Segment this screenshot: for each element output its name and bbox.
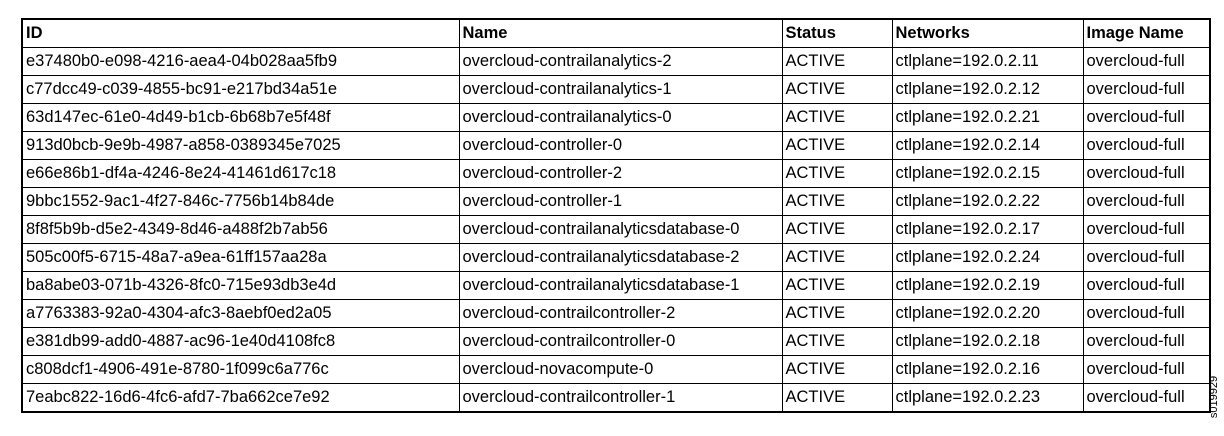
cell-name: overcloud-contrailanalytics-1 [458, 75, 783, 104]
table-body: e37480b0-e098-4216-aea4-04b028aa5fb9 over… [21, 47, 1211, 413]
cell-status: ACTIVE [781, 271, 893, 300]
cell-status: ACTIVE [781, 75, 893, 104]
cell-name: overcloud-controller-2 [458, 159, 783, 188]
cell-id: c808dcf1-4906-491e-8780-1f099c6a776c [21, 355, 460, 384]
cell-id: 505c00f5-6715-48a7-a9ea-61ff157aa28a [21, 243, 460, 272]
cell-image-name: overcloud-full [1082, 327, 1211, 356]
cell-name: overcloud-contrailanalyticsdatabase-2 [458, 243, 783, 272]
cell-networks: ctlplane=192.0.2.20 [891, 299, 1084, 328]
cell-networks: ctlplane=192.0.2.16 [891, 355, 1084, 384]
cell-image-name: overcloud-full [1082, 243, 1211, 272]
cell-id: 7eabc822-16d6-4fc6-afd7-7ba662ce7e92 [21, 383, 460, 413]
cell-id: 913d0bcb-9e9b-4987-a858-0389345e7025 [21, 131, 460, 160]
cell-networks: ctlplane=192.0.2.22 [891, 187, 1084, 216]
cell-id: e381db99-add0-4887-ac96-1e40d4108fc8 [21, 327, 460, 356]
table-row: 7eabc822-16d6-4fc6-afd7-7ba662ce7e92 over… [21, 383, 1211, 413]
table-row: e37480b0-e098-4216-aea4-04b028aa5fb9 over… [21, 47, 1211, 76]
cell-image-name: overcloud-full [1082, 299, 1211, 328]
cell-status: ACTIVE [781, 47, 893, 76]
cell-id: 63d147ec-61e0-4d49-b1cb-6b68b7e5f48f [21, 103, 460, 132]
cell-id: e66e86b1-df4a-4246-8e24-41461d617c18 [21, 159, 460, 188]
cell-name: overcloud-controller-1 [458, 187, 783, 216]
cell-image-name: overcloud-full [1082, 383, 1211, 413]
cell-status: ACTIVE [781, 103, 893, 132]
cell-name: overcloud-contrailanalytics-0 [458, 103, 783, 132]
cell-status: ACTIVE [781, 131, 893, 160]
cell-name: overcloud-contrailanalyticsdatabase-1 [458, 271, 783, 300]
cell-id: a7763383-92a0-4304-afc3-8aebf0ed2a05 [21, 299, 460, 328]
table-row: 63d147ec-61e0-4d49-b1cb-6b68b7e5f48f over… [21, 103, 1211, 132]
cell-status: ACTIVE [781, 327, 893, 356]
cell-name: overcloud-contrailanalytics-2 [458, 47, 783, 76]
cell-image-name: overcloud-full [1082, 187, 1211, 216]
cell-image-name: overcloud-full [1082, 47, 1211, 76]
cell-networks: ctlplane=192.0.2.18 [891, 327, 1084, 356]
cell-image-name: overcloud-full [1082, 271, 1211, 300]
cell-name: overcloud-novacompute-0 [458, 355, 783, 384]
cell-id: c77dcc49-c039-4855-bc91-e217bd34a51e [21, 75, 460, 104]
table-row: 913d0bcb-9e9b-4987-a858-0389345e7025 over… [21, 131, 1211, 160]
server-list-table: ID Name Status Networks Image Name e3748… [21, 18, 1211, 413]
cell-status: ACTIVE [781, 299, 893, 328]
figure-id-text: s019929 [1208, 375, 1220, 419]
cell-networks: ctlplane=192.0.2.23 [891, 383, 1084, 413]
cell-name: overcloud-contrailcontroller-1 [458, 383, 783, 413]
cell-status: ACTIVE [781, 383, 893, 413]
table-row: 9bbc1552-9ac1-4f27-846c-7756b14b84de over… [21, 187, 1211, 216]
cell-networks: ctlplane=192.0.2.21 [891, 103, 1084, 132]
header-id: ID [21, 18, 460, 48]
cell-networks: ctlplane=192.0.2.14 [891, 131, 1084, 160]
cell-name: overcloud-controller-0 [458, 131, 783, 160]
cell-status: ACTIVE [781, 187, 893, 216]
table-row: ba8abe03-071b-4326-8fc0-715e93db3e4d over… [21, 271, 1211, 300]
header-image-name: Image Name [1082, 18, 1211, 48]
table-row: e381db99-add0-4887-ac96-1e40d4108fc8 over… [21, 327, 1211, 356]
cell-image-name: overcloud-full [1082, 355, 1211, 384]
cell-image-name: overcloud-full [1082, 159, 1211, 188]
cell-networks: ctlplane=192.0.2.15 [891, 159, 1084, 188]
server-list-table-container: ID Name Status Networks Image Name e3748… [21, 18, 1211, 413]
figure-id-label: s019929 [1207, 366, 1221, 428]
cell-id: 8f8f5b9b-d5e2-4349-8d46-a488f2b7ab56 [21, 215, 460, 244]
cell-networks: ctlplane=192.0.2.11 [891, 47, 1084, 76]
table-row: 8f8f5b9b-d5e2-4349-8d46-a488f2b7ab56 over… [21, 215, 1211, 244]
cell-name: overcloud-contrailcontroller-2 [458, 299, 783, 328]
table-row: 505c00f5-6715-48a7-a9ea-61ff157aa28a over… [21, 243, 1211, 272]
cell-name: overcloud-contrailcontroller-0 [458, 327, 783, 356]
cell-id: 9bbc1552-9ac1-4f27-846c-7756b14b84de [21, 187, 460, 216]
cell-image-name: overcloud-full [1082, 103, 1211, 132]
table-row: c77dcc49-c039-4855-bc91-e217bd34a51e over… [21, 75, 1211, 104]
header-name: Name [458, 18, 783, 48]
cell-id: ba8abe03-071b-4326-8fc0-715e93db3e4d [21, 271, 460, 300]
header-status: Status [781, 18, 893, 48]
table-row: c808dcf1-4906-491e-8780-1f099c6a776c over… [21, 355, 1211, 384]
cell-status: ACTIVE [781, 215, 893, 244]
cell-image-name: overcloud-full [1082, 131, 1211, 160]
cell-networks: ctlplane=192.0.2.19 [891, 271, 1084, 300]
cell-networks: ctlplane=192.0.2.12 [891, 75, 1084, 104]
table-row: a7763383-92a0-4304-afc3-8aebf0ed2a05 over… [21, 299, 1211, 328]
cell-status: ACTIVE [781, 243, 893, 272]
cell-id: e37480b0-e098-4216-aea4-04b028aa5fb9 [21, 47, 460, 76]
table-row: e66e86b1-df4a-4246-8e24-41461d617c18 over… [21, 159, 1211, 188]
cell-name: overcloud-contrailanalyticsdatabase-0 [458, 215, 783, 244]
cell-networks: ctlplane=192.0.2.17 [891, 215, 1084, 244]
header-networks: Networks [891, 18, 1084, 48]
cell-status: ACTIVE [781, 355, 893, 384]
cell-status: ACTIVE [781, 159, 893, 188]
table-header-row: ID Name Status Networks Image Name [21, 18, 1211, 48]
cell-image-name: overcloud-full [1082, 75, 1211, 104]
cell-networks: ctlplane=192.0.2.24 [891, 243, 1084, 272]
cell-image-name: overcloud-full [1082, 215, 1211, 244]
